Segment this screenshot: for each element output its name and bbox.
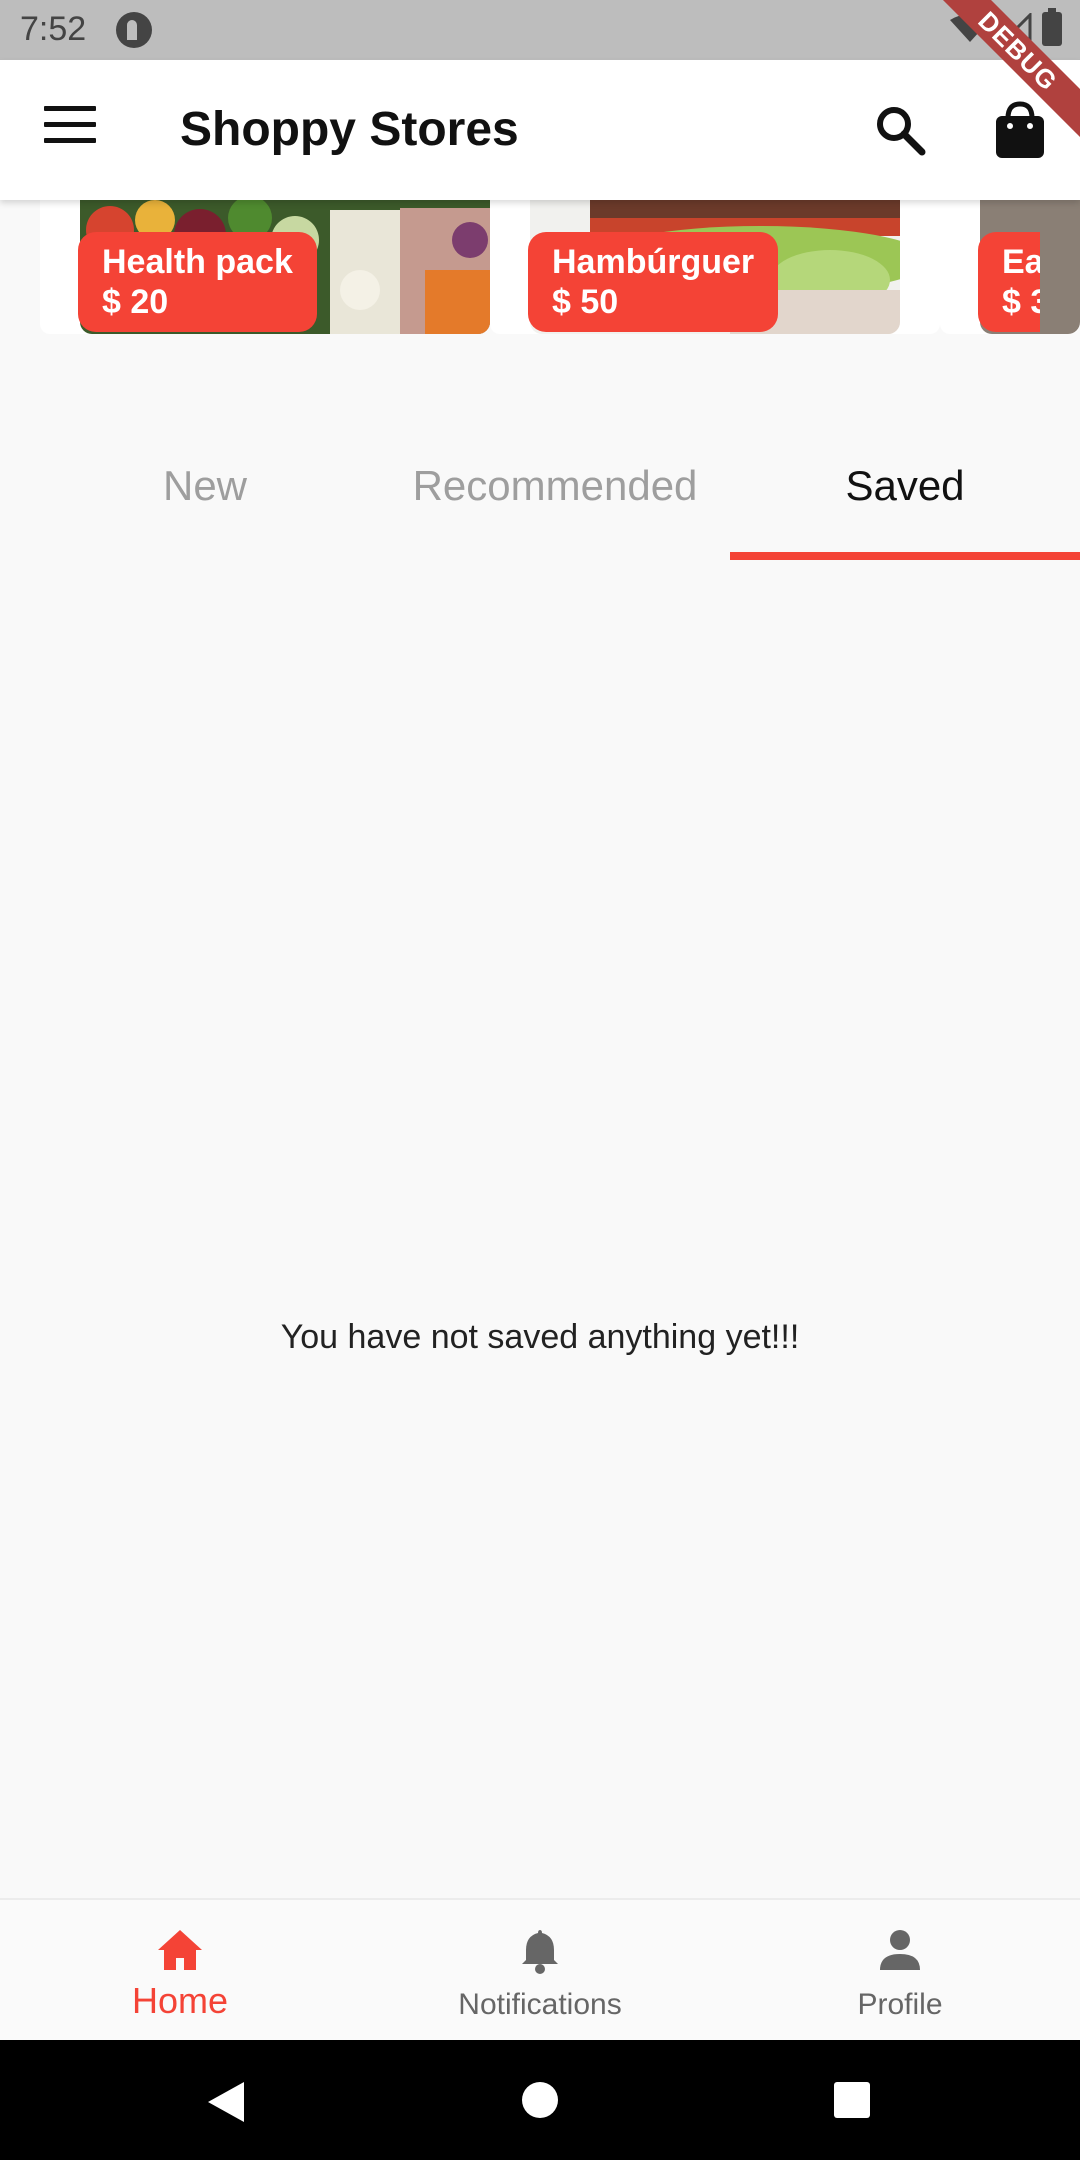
product-badge-hamburguer: Hambúrguer $ 50 [528,232,779,332]
recents-button[interactable] [834,2082,870,2118]
nav-label-profile: Profile [857,1988,943,2021]
product-card-hamburguer[interactable]: Hambúrguer $ 50 [490,200,940,334]
home-icon [158,1930,202,1970]
status-time: 7:52 [20,10,87,48]
empty-state-message: You have not saved anything yet!!! [280,1318,800,1356]
back-icon[interactable] [206,2080,246,2124]
product-price: $ 20 [102,283,169,321]
app-title: Shoppy Stores [180,103,519,156]
nav-item-profile[interactable]: Profile [720,1900,1080,2042]
product-name: Health pack [102,243,293,281]
shopping-bag-icon[interactable] [992,100,1048,160]
app-notification-icon [116,12,152,48]
nav-label-notifications: Notifications [458,1988,622,2021]
tab-bar: New Recommended Saved [0,430,1080,562]
product-badge-partial: Ea $ 3 [978,232,1040,332]
product-price: $ 3 [1002,283,1040,321]
home-button[interactable] [522,2082,558,2118]
tab-new[interactable]: New [100,462,310,510]
bell-icon [522,1930,558,1974]
product-price: $ 50 [552,283,619,321]
tab-saved[interactable]: Saved [730,462,1080,510]
menu-button[interactable] [44,106,96,152]
menu-icon [44,106,96,111]
tab-indicator [730,552,1080,560]
app-bar: Shoppy Stores [0,60,1080,200]
battery-icon [1042,8,1062,46]
screen: 7:52 DEBUG Shoppy Stores Health pack $ 2… [0,0,1080,2160]
nav-label-home: Home [131,1980,229,2021]
person-icon [880,1930,920,1970]
search-icon[interactable] [872,102,928,158]
bottom-navigation: Home Notifications Profile [0,1898,1080,2040]
nav-item-home[interactable]: Home [0,1900,360,2042]
nav-item-notifications[interactable]: Notifications [360,1900,720,2042]
product-card-health-pack[interactable]: Health pack $ 20 [40,200,490,334]
product-carousel[interactable]: Health pack $ 20 Hambúrguer $ 50 Ea $ 3 [0,200,1080,336]
product-name: Hambúrguer [552,243,755,281]
product-badge-health-pack: Health pack $ 20 [78,232,317,332]
system-navigation-bar [0,2040,1080,2160]
status-bar: 7:52 [0,0,1080,60]
tab-recommended[interactable]: Recommended [380,462,730,510]
product-card-partial[interactable]: Ea $ 3 [940,200,1080,334]
product-name: Ea [1002,243,1040,281]
